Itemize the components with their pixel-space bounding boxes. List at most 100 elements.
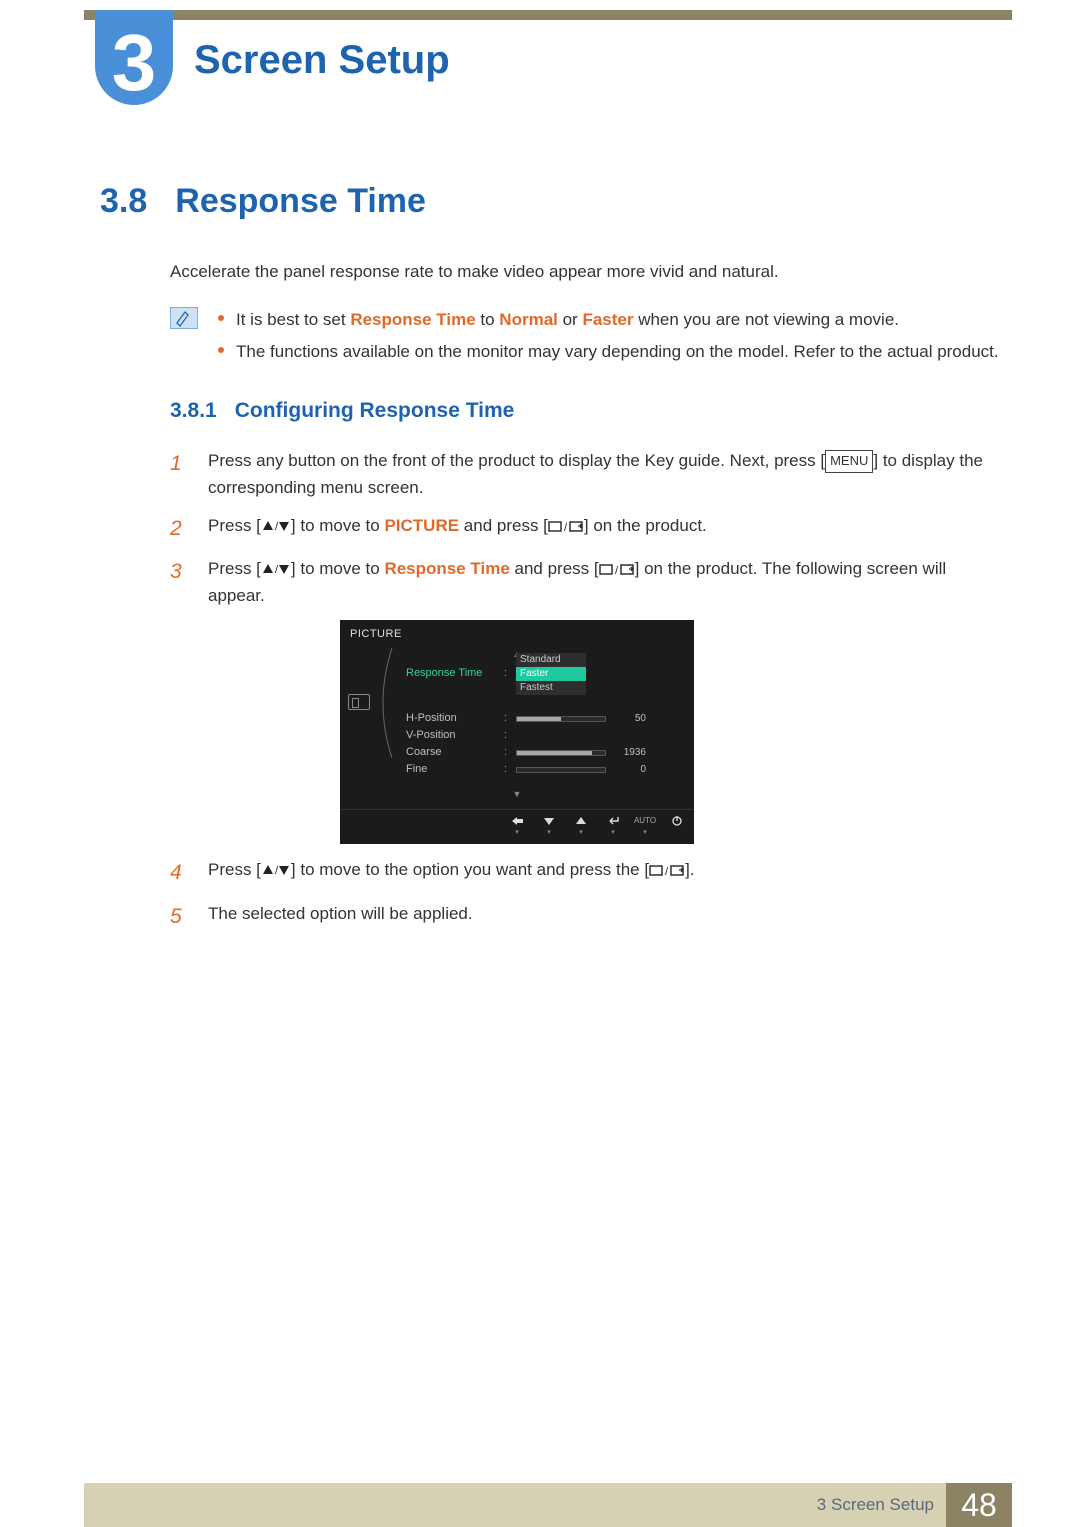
step-number: 4: [170, 856, 186, 890]
osd-label: V-Position: [406, 727, 498, 745]
text: Press [: [208, 860, 261, 879]
osd-slider-bar: [516, 767, 606, 773]
osd-panel: PICTURE ▲ Response Time :: [340, 620, 694, 844]
section-title: Response Time: [175, 182, 426, 221]
step-3: 3 Press [/] to move to Response Time and…: [170, 555, 1000, 609]
osd-slider-bar: [516, 750, 606, 756]
highlight-response-time: Response Time: [350, 310, 475, 329]
osd-down-icon: [540, 814, 558, 828]
section: 3.8 Response Time Accelerate the panel r…: [100, 182, 1000, 943]
text: when you are not viewing a movie.: [633, 310, 899, 329]
text: It is best to set: [236, 310, 350, 329]
osd-option-fastest: Fastest: [516, 681, 586, 695]
osd-item-response-time: Response Time : Standard Faster Fastest: [406, 666, 686, 683]
highlight-response-time: Response Time: [384, 559, 509, 578]
subsection-number: 3.8.1: [170, 399, 217, 423]
up-down-icon: /: [261, 519, 291, 533]
colon: :: [504, 727, 510, 745]
osd-scroll-down-icon: ▼: [340, 787, 694, 803]
osd-auto-label: AUTO: [636, 814, 654, 828]
text: Press any button on the front of the pro…: [208, 451, 825, 470]
section-intro: Accelerate the panel response rate to ma…: [170, 259, 1000, 285]
osd-bracket-icon: [372, 648, 402, 758]
footer-chapter-label: 3 Screen Setup: [817, 1495, 934, 1515]
osd-item-h-position: H-Position : 50: [406, 711, 686, 728]
up-down-icon: /: [261, 863, 291, 877]
colon: :: [504, 710, 510, 728]
step-5: 5 The selected option will be applied.: [170, 900, 1000, 934]
chapter-title: Screen Setup: [194, 38, 450, 83]
subsection-title: Configuring Response Time: [235, 399, 515, 423]
osd-label: Coarse: [406, 744, 498, 762]
osd-value: 1936: [612, 745, 646, 761]
osd-slider-fill: [517, 751, 592, 755]
note-icon: [170, 307, 198, 329]
svg-text:/: /: [564, 522, 568, 533]
step-body: Press [/] to move to the option you want…: [208, 856, 1000, 890]
svg-text:/: /: [275, 865, 279, 877]
text: to: [476, 310, 500, 329]
note-block: It is best to set Response Time to Norma…: [170, 307, 1000, 372]
text: ] on the product.: [584, 516, 707, 535]
osd-value: 50: [612, 711, 646, 727]
highlight-picture: PICTURE: [384, 516, 459, 535]
note-item-2: The functions available on the monitor m…: [216, 339, 999, 365]
osd-value: 0: [612, 762, 646, 778]
caret-icon: ▾: [540, 830, 558, 836]
enter-source-icon: /: [649, 863, 685, 877]
step-1: 1 Press any button on the front of the p…: [170, 447, 1000, 501]
osd-enter-icon: [604, 814, 622, 828]
step-number: 5: [170, 900, 186, 934]
text: Press [: [208, 516, 261, 535]
menu-key: MENU: [825, 450, 873, 473]
osd-up-icon: [572, 814, 590, 828]
enter-source-icon: /: [548, 519, 584, 533]
text: ] to move to the option you want and pre…: [291, 860, 649, 879]
up-down-icon: /: [261, 562, 291, 576]
osd-label: H-Position: [406, 710, 498, 728]
step-body: Press any button on the front of the pro…: [208, 447, 1000, 501]
footer-page-number: 48: [946, 1483, 1012, 1527]
text: or: [558, 310, 583, 329]
highlight-normal: Normal: [499, 310, 558, 329]
note-item-1: It is best to set Response Time to Norma…: [216, 307, 999, 333]
caret-icon: ▾: [572, 830, 590, 836]
osd-title: PICTURE: [340, 620, 694, 648]
top-accent-bar: [84, 10, 1012, 20]
caret-icon: ▾: [508, 830, 526, 836]
colon: :: [504, 665, 510, 683]
osd-item-v-position: V-Position :: [406, 728, 686, 745]
step-2: 2 Press [/] to move to PICTURE and press…: [170, 512, 1000, 546]
chapter-number-badge: 3: [95, 10, 173, 105]
step-number: 1: [170, 447, 186, 501]
caret-icon: ▾: [604, 830, 622, 836]
osd-menu: Response Time : Standard Faster Fastest: [378, 664, 694, 787]
text: ] to move to: [291, 516, 385, 535]
colon: :: [504, 744, 510, 762]
osd-slider-fill: [517, 717, 561, 721]
osd-item-fine: Fine : 0: [406, 762, 686, 779]
footer-bar: 3 Screen Setup 48: [84, 1483, 1012, 1527]
highlight-faster: Faster: [582, 310, 633, 329]
osd-option-faster: Faster: [516, 667, 586, 681]
osd-screenshot: PICTURE ▲ Response Time :: [340, 620, 1000, 844]
osd-item-coarse: Coarse : 1936: [406, 745, 686, 762]
text: and press [: [459, 516, 548, 535]
osd-caret-row: ▾ ▾ ▾ ▾ ▾ ▾: [340, 830, 694, 840]
picture-category-icon: [348, 694, 370, 710]
osd-label: Fine: [406, 761, 498, 779]
osd-option-standard: Standard: [516, 653, 586, 667]
page: 3 Screen Setup 3.8 Response Time Acceler…: [0, 0, 1080, 1527]
section-number: 3.8: [100, 182, 147, 221]
colon: :: [504, 761, 510, 779]
caret-icon: ▾: [636, 830, 654, 836]
osd-dropdown: Standard Faster Fastest: [516, 653, 586, 695]
step-number: 3: [170, 555, 186, 609]
step-body: Press [/] to move to Response Time and p…: [208, 555, 1000, 609]
enter-source-icon: /: [599, 562, 635, 576]
text: and press [: [510, 559, 599, 578]
step-number: 2: [170, 512, 186, 546]
svg-text:/: /: [275, 564, 279, 576]
text: ].: [685, 860, 694, 879]
osd-back-icon: [508, 814, 526, 828]
